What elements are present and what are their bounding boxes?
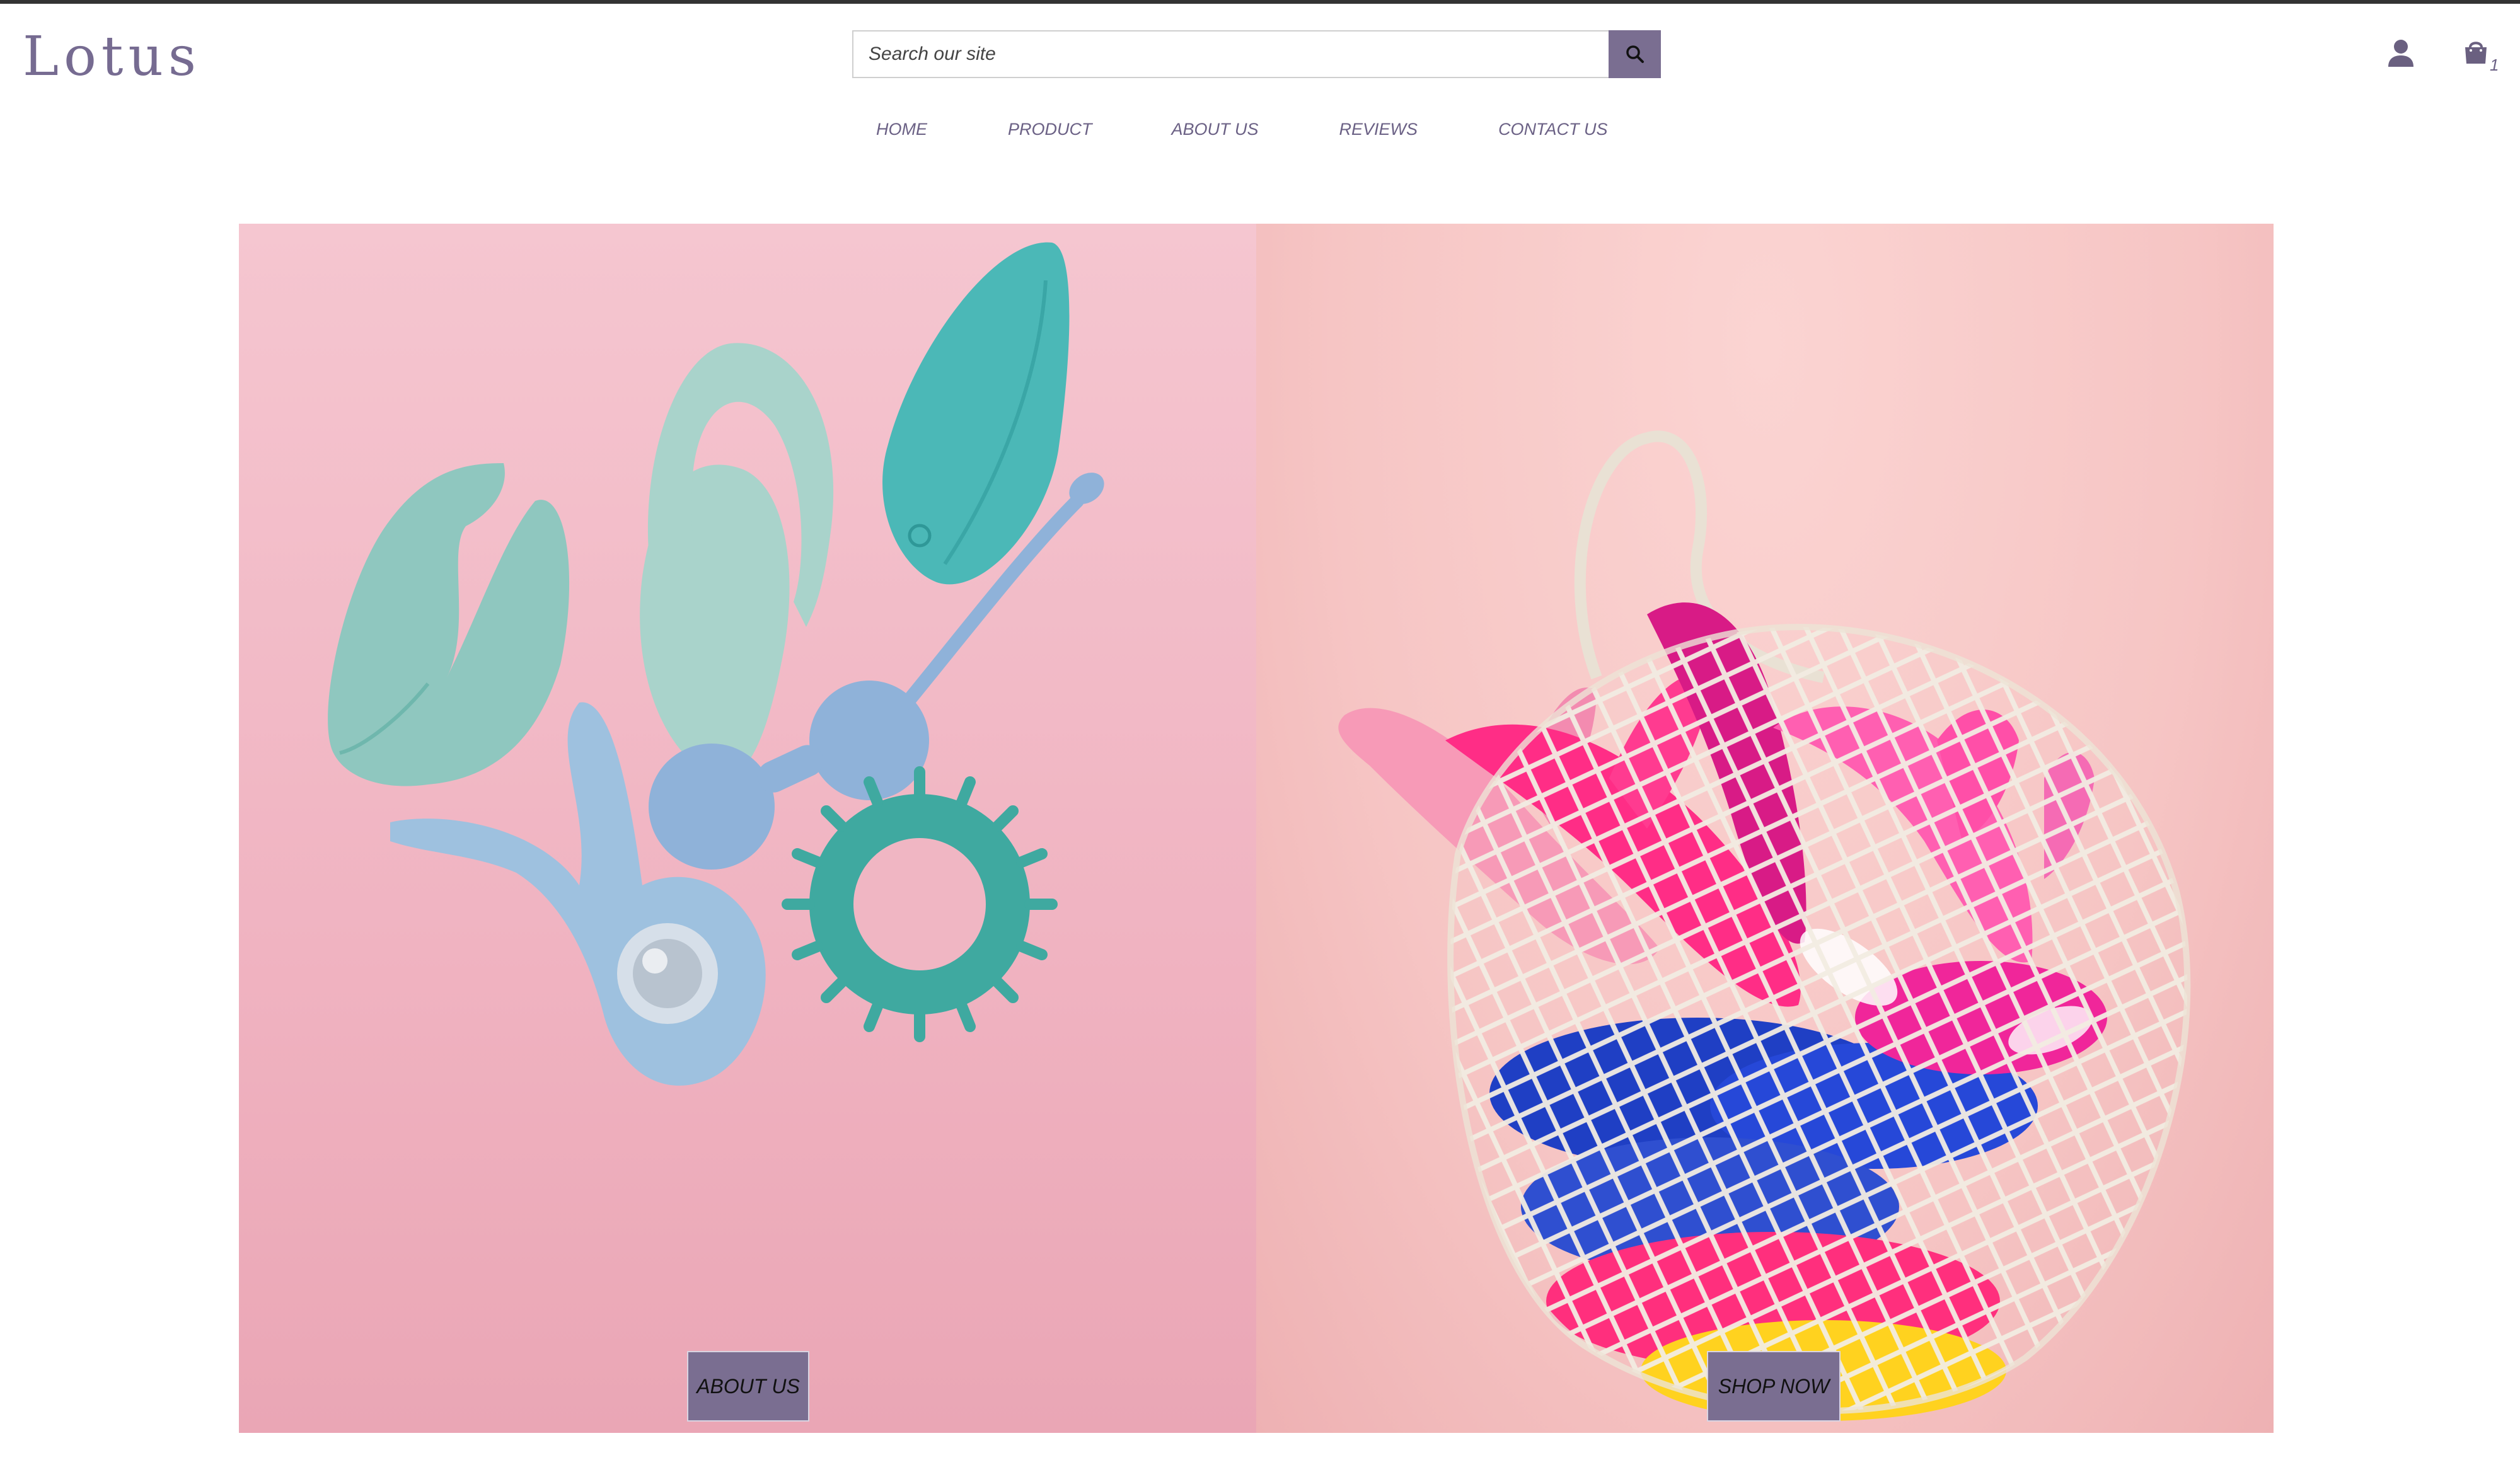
nav-reviews[interactable]: REVIEWS (1339, 113, 1418, 146)
hero-image-left: ABOUT US (239, 224, 1256, 1433)
top-border (0, 0, 2520, 4)
nav-about-us[interactable]: ABOUT US (1172, 113, 1259, 146)
shop-now-button[interactable]: SHOP NOW (1707, 1351, 1841, 1422)
search-icon (1626, 45, 1644, 63)
account-button[interactable] (2385, 38, 2417, 69)
site-logo[interactable]: Lotus (23, 20, 201, 93)
search-form (852, 30, 1661, 78)
nav-product[interactable]: PRODUCT (1008, 113, 1092, 146)
search-input[interactable] (852, 30, 1609, 78)
hero-image-right: SHOP NOW (1256, 224, 2274, 1433)
user-icon (2388, 40, 2413, 67)
search-button[interactable] (1609, 30, 1661, 78)
pastel-toys-illustration (328, 242, 1104, 1086)
about-us-button[interactable]: ABOUT US (687, 1351, 809, 1422)
cart-button[interactable]: 1 (2462, 38, 2506, 82)
nav-home[interactable]: HOME (876, 113, 927, 146)
hero-section: ABOUT US SHOP NOW (239, 224, 2274, 1433)
main-nav: HOME PRODUCT ABOUT US REVIEWS CONTACT US (852, 107, 1608, 151)
shopping-bag-icon (2465, 42, 2487, 64)
page: Lotus HOME PRODUCT ABOUT US REVIEWS CONT… (0, 0, 2520, 1477)
cart-count-badge: 1 (2490, 55, 2499, 74)
nav-contact-us[interactable]: CONTACT US (1498, 113, 1608, 146)
net-bag-illustration (1338, 430, 2191, 1421)
